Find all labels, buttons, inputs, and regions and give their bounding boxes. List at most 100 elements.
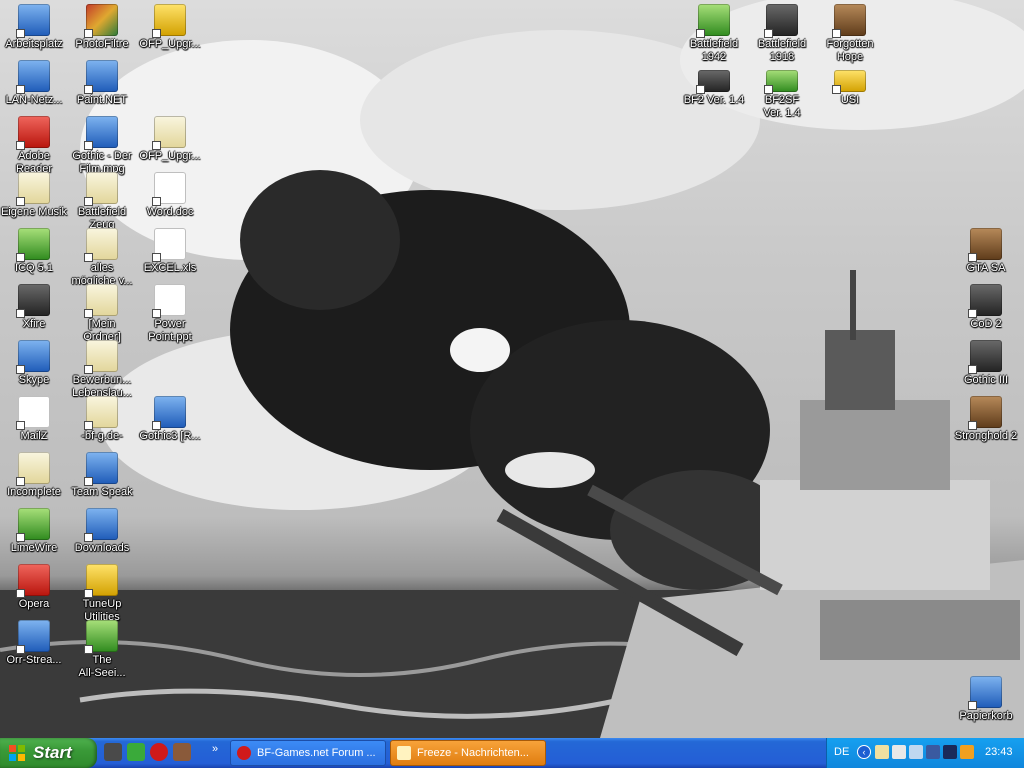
taskbar-button-bf-games-forum[interactable]: BF-Games.net Forum ...: [230, 740, 386, 766]
desktop-icon-photofiltre[interactable]: PhotoFiltre: [66, 4, 138, 51]
desktop-icon-skype[interactable]: Skype: [0, 340, 70, 387]
show-hidden-icons-chevron-icon[interactable]: ‹: [857, 745, 871, 759]
desktop-icon-battlefield-1942[interactable]: Battlefield 1942: [678, 4, 750, 64]
excel-document-icon: [152, 228, 186, 262]
desktop-icon-label: PhotoFiltre: [75, 38, 129, 50]
desktop-icon-icq[interactable]: ICQ 5.1: [0, 228, 70, 275]
desktop-icon-gothic-film[interactable]: Gothic - Der Film.mpg: [66, 116, 138, 176]
desktop-icon-tuneup[interactable]: TuneUp Utilities: [66, 564, 138, 624]
language-indicator[interactable]: DE: [834, 746, 849, 758]
icq-quick-icon[interactable]: [127, 743, 145, 761]
system-tray: DE ‹ 23:43: [826, 738, 1024, 768]
desktop-icon-limewire[interactable]: LimeWire: [0, 508, 70, 555]
display-tray-icon[interactable]: [926, 745, 940, 759]
gothic-iii-icon: [968, 340, 1002, 374]
clock[interactable]: 23:43: [985, 746, 1013, 758]
desktop-icon-battlefield-zeug[interactable]: Battlefield Zeug: [66, 172, 138, 232]
opera-icon: [237, 746, 251, 760]
icq-icon: [16, 228, 50, 262]
volume-tray-icon[interactable]: [909, 745, 923, 759]
skype-icon: [16, 340, 50, 374]
desktop-icon-label: Power Point.ppt: [148, 318, 192, 343]
taskbar: Start » BF-Games.net Forum ... Freeze - …: [0, 738, 1024, 768]
desktop-icon-word-doc[interactable]: Word.doc: [134, 172, 206, 219]
desktop-icon-bf2sf[interactable]: BF2SF Ver. 1.4: [746, 70, 818, 120]
desktop-icon-incomplete[interactable]: Incomplete: [0, 452, 70, 499]
word-document-icon: [152, 172, 186, 206]
desktop-icon-eigene-musik[interactable]: Eigene Musik: [0, 172, 70, 219]
limewire-icon: [16, 508, 50, 542]
desktop-icon-orr-stream[interactable]: Orr-Strea...: [0, 620, 70, 667]
desktop-icon-label: Battlefield 1918: [757, 38, 807, 63]
desktop-icon-mailz[interactable]: MailZ: [0, 396, 70, 443]
start-button[interactable]: Start: [0, 738, 97, 768]
desktop-icon-all-seeing-eye[interactable]: The All-Seei...: [66, 620, 138, 680]
desktop-icon-label: EXCEL.xls: [143, 262, 197, 274]
usi-icon: [832, 70, 866, 94]
messenger-tray-icon[interactable]: [892, 745, 906, 759]
desktop-icon-arbeitsplatz[interactable]: Arbeitsplatz: [0, 4, 70, 51]
folder-icon: [84, 172, 118, 206]
desktop-icon-ofp-upgrade-zip[interactable]: OFP_Upgr...: [134, 4, 206, 51]
desktop-icon-opera[interactable]: Opera: [0, 564, 70, 611]
cod2-icon: [968, 284, 1002, 318]
desktop-icon-excel-xls[interactable]: EXCEL.xls: [134, 228, 206, 275]
desktop-icon-alles-moegliche[interactable]: alles mögliche v...: [66, 228, 138, 288]
xfire-icon: [16, 284, 50, 318]
downloads-checkmark-icon: [84, 508, 118, 542]
desktop-icon-label: Battlefield 1942: [689, 38, 739, 63]
forgotten-hope-icon: [832, 4, 866, 38]
desktop-icon-gothic3[interactable]: Gothic3 [R...: [134, 396, 206, 443]
opera-quick-icon[interactable]: [150, 743, 168, 761]
folder-icon: [16, 452, 50, 486]
gothic3-icon: [152, 396, 186, 430]
desktop-icon-stronghold-2[interactable]: Stronghold 2: [950, 396, 1022, 443]
media-player-icon: [84, 116, 118, 150]
stronghold-2-icon: [968, 396, 1002, 430]
desktop-icon-label: BF2SF Ver. 1.4: [763, 94, 801, 119]
desktop-icon-cod2[interactable]: CoD 2: [950, 284, 1022, 331]
desktop-icon-xfire[interactable]: Xfire: [0, 284, 70, 331]
desktop-icon-powerpoint-ppt[interactable]: Power Point.ppt: [134, 284, 206, 344]
desktop-icon-team-speak[interactable]: Team Speak: [66, 452, 138, 499]
desktop-icon-bf-g-de[interactable]: -bf-g.de-: [66, 396, 138, 443]
network-icon: [16, 60, 50, 94]
desktop-icon-label: USI: [840, 94, 860, 106]
desktop-icon-label: Gothic III: [963, 374, 1009, 386]
desktop-icon-downloads[interactable]: Downloads: [66, 508, 138, 555]
quick-launch-more-button[interactable]: »: [212, 743, 218, 755]
desktop-icon-battlefield-1918[interactable]: Battlefield 1918: [746, 4, 818, 64]
desktop-icon-paintnet[interactable]: Paint.NET: [66, 60, 138, 107]
desktop-icon-bf2[interactable]: BF2 Ver. 1.4: [678, 70, 750, 107]
desktop-icon-gta-sa[interactable]: GTA SA: [950, 228, 1022, 275]
opera-icon: [16, 564, 50, 598]
vlc-tray-icon[interactable]: [960, 745, 974, 759]
desktop-icon-label: Word.doc: [146, 206, 194, 218]
taskbar-button-freeze-nachrichten[interactable]: Freeze - Nachrichten...: [390, 740, 546, 766]
desktop-icon-label: Xfire: [22, 318, 46, 330]
desktop-icon-label: Opera: [18, 598, 50, 610]
recycle-bin-icon: [968, 676, 1002, 710]
network-tray-icon[interactable]: [875, 745, 889, 759]
winamp-icon[interactable]: [104, 743, 122, 761]
game-quick-icon[interactable]: [173, 743, 191, 761]
desktop-icon-label: OFP_Upgr...: [139, 38, 201, 50]
desktop-icon-usi[interactable]: USI: [814, 70, 886, 107]
desktop-icon-ofp-upgrade-folder[interactable]: OFP_Upgr...: [134, 116, 206, 163]
photofiltre-icon: [84, 4, 118, 38]
desktop-icon-papierkorb[interactable]: Papierkorb: [950, 676, 1022, 723]
powerpoint-document-icon: [152, 284, 186, 318]
desktop-icon-adobe-reader[interactable]: Adobe Reader: [0, 116, 70, 176]
zip-folder-icon: [152, 4, 186, 38]
desktop-icon-label: Gothic3 [R...: [139, 430, 201, 442]
desktop-icon-bewerbung[interactable]: Bewerbun... Lebenslau...: [66, 340, 138, 400]
tuneup-icon: [84, 564, 118, 598]
desktop-icon-mein-ordner[interactable]: [Mein Ordner]: [66, 284, 138, 344]
desktop-icon-label: Eigene Musik: [0, 206, 68, 218]
desktop-icon-forgotten-hope[interactable]: Forgotten Hope: [814, 4, 886, 64]
desktop-icon-lan-netz[interactable]: LAN-Netz...: [0, 60, 70, 107]
antivirus-tray-icon[interactable]: [943, 745, 957, 759]
folder-icon: [84, 228, 118, 262]
desktop-icon-label: LAN-Netz...: [5, 94, 63, 106]
desktop-icon-gothic-iii[interactable]: Gothic III: [950, 340, 1022, 387]
